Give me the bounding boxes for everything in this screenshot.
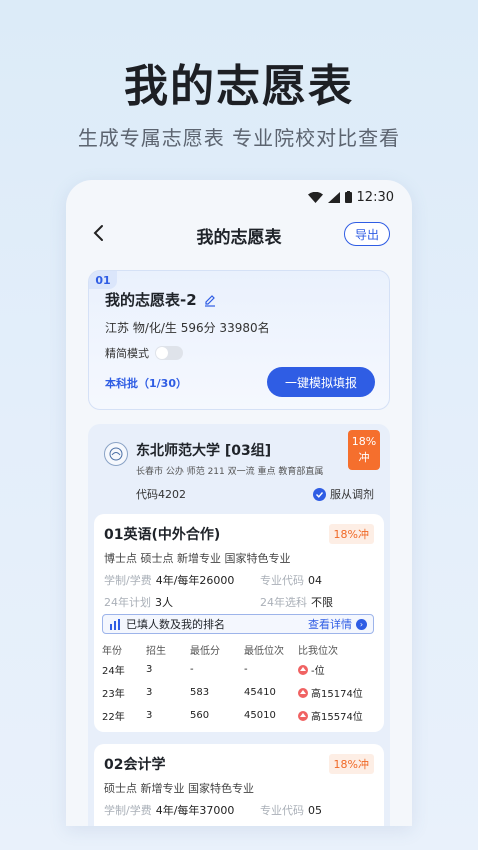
status-bar: 12:30 [66,180,412,214]
check-circle-icon [313,487,326,501]
simple-mode-row: 精简模式 [105,345,183,361]
major-subject: 24年选科 不限 [260,596,333,609]
nav-bar: 我的志愿表 导出 [66,216,412,252]
plan-info: 江苏 物/化/生 596分 33980名 [105,321,270,335]
school-card: 东北师范大学 [03组] 长春市 公办 师范 211 双一流 重点 教育部直属 … [88,424,390,826]
major-plan: 24年计划 3人 [104,596,173,609]
major-code: 专业代码 04 [260,574,322,587]
simple-mode-toggle[interactable] [155,346,183,360]
arrow-up-circle-icon [298,711,308,721]
major-title: 02会计学 [104,757,166,773]
simple-mode-label: 精简模式 [105,347,149,360]
plan-index: 01 [89,271,117,289]
major-rate-badge: 18%冲 [328,524,374,544]
table-row: 22年 3 560 45010 高15574位 [102,710,363,723]
table-row: 24年 3 - - -位 [102,664,325,677]
major-tags: 硕士点 新增专业 国家特色专业 [104,782,254,795]
school-rate-label: 冲 [358,451,370,464]
major-card[interactable]: 02会计学 18%冲 硕士点 新增专业 国家特色专业 学制/学费 4年/每年370… [94,744,384,826]
battery-icon [344,191,352,203]
bar-chart-icon [110,618,120,630]
hero-subtitle: 生成专属志愿表 专业院校对比查看 [77,126,401,150]
table-row: 23年 3 583 45410 高15174位 [102,687,363,700]
arrow-up-circle-icon [298,688,308,698]
major-duration: 学制/学费 4年/每年26000 [104,574,235,587]
plan-name-row: 我的志愿表-2 [105,289,217,310]
school-logo-icon [104,442,128,466]
status-time: 12:30 [356,189,394,205]
major-duration: 学制/学费 4年/每年37000 [104,804,235,817]
plan-card: 01 我的志愿表-2 江苏 物/化/生 596分 33980名 精简模式 本科批… [88,270,390,410]
col-min-rank: 最低位次 [244,645,284,657]
arrow-right-circle-icon: › [356,618,367,630]
batch-label[interactable]: 本科批（1/30） [105,375,187,391]
signal-icon [327,191,340,203]
hero-title: 我的志愿表 [124,61,354,112]
adjust-label: 服从调剂 [330,488,374,501]
school-rate-badge: 18% 冲 [348,430,380,470]
pencil-icon[interactable] [203,293,217,307]
school-code: 代码4202 [136,488,186,501]
school-rate-percent: 18% [351,435,377,448]
col-compare: 比我位次 [298,645,338,657]
export-button[interactable]: 导出 [344,222,390,246]
arrow-up-circle-icon [298,665,308,675]
history-table: 年份 招生 最低分 最低位次 比我位次 24年 3 - - -位 23年 3 5… [102,640,378,727]
school-name[interactable]: 东北师范大学 [03组] [136,440,271,460]
major-rate-badge: 18%冲 [328,754,374,774]
view-detail-link[interactable]: 查看详情 › [308,616,367,632]
col-enroll: 招生 [146,645,166,657]
wifi-icon [307,191,323,203]
col-min-score: 最低分 [190,645,220,657]
col-year: 年份 [102,645,122,657]
rank-bar[interactable]: 已填人数及我的排名 查看详情 › [102,614,374,634]
adjust-option[interactable]: 服从调剂 [313,486,374,502]
major-tags: 博士点 硕士点 新增专业 国家特色专业 [104,552,291,565]
phone-screen: 12:30 我的志愿表 导出 01 我的志愿表-2 江苏 物/化/生 596分 … [66,180,412,826]
school-tags: 长春市 公办 师范 211 双一流 重点 教育部直属 [136,467,324,477]
major-title: 01英语(中外合作) [104,527,221,543]
major-card[interactable]: 01英语(中外合作) 18%冲 博士点 硕士点 新增专业 国家特色专业 学制/学… [94,514,384,732]
rank-label: 已填人数及我的排名 [126,618,225,631]
major-code: 专业代码 05 [260,804,322,817]
auto-fill-button[interactable]: 一键模拟填报 [267,367,375,397]
plan-name: 我的志愿表-2 [105,291,197,309]
